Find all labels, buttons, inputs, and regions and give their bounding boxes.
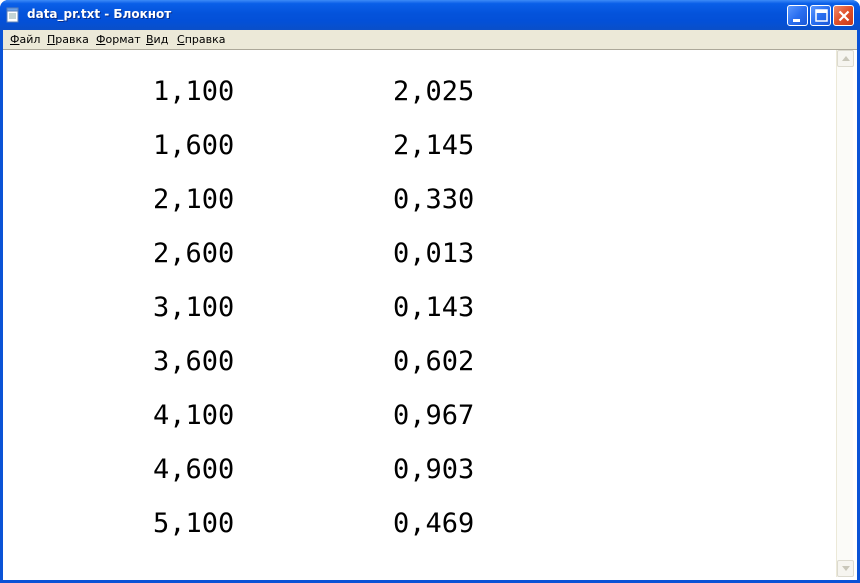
menu-bar: Файл Правка Формат Вид Справка xyxy=(3,30,857,49)
x-value: 2,100 xyxy=(153,184,235,215)
text-editor-area[interactable]: 1,100 2,025 1,600 2,145 2,100 0,330 2,600 0,… xyxy=(3,49,857,580)
notepad-icon xyxy=(6,7,19,23)
y-value: 0,967 xyxy=(393,400,475,431)
menu-edit[interactable]: Правка xyxy=(47,33,89,46)
y-value: 2,145 xyxy=(393,130,475,161)
text-line: 3,600 0,602 xyxy=(153,347,474,377)
text-line: 1,600 2,145 xyxy=(153,131,474,161)
y-value: 0,143 xyxy=(393,292,475,323)
notepad-window: data_pr.txt - Блокнот Файл Правка Формат… xyxy=(0,0,860,583)
x-value: 4,100 xyxy=(153,400,235,431)
y-value: 0,903 xyxy=(393,454,475,485)
y-value: 0,469 xyxy=(393,508,475,539)
x-value: 1,100 xyxy=(153,76,235,107)
x-value: 4,600 xyxy=(153,454,235,485)
y-value: 0,602 xyxy=(393,346,475,377)
scroll-down-button[interactable] xyxy=(837,560,854,577)
arrow-up-icon xyxy=(842,56,850,61)
menu-help[interactable]: Справка xyxy=(177,33,225,46)
x-value: 5,100 xyxy=(153,508,235,539)
menu-view[interactable]: Вид xyxy=(146,33,168,46)
close-icon xyxy=(838,10,850,22)
text-line: 1,100 2,025 xyxy=(153,77,474,107)
x-value: 3,100 xyxy=(153,292,235,323)
text-line: 3,100 0,143 xyxy=(153,293,474,323)
minimize-button[interactable] xyxy=(787,5,808,26)
menu-format[interactable]: Формат xyxy=(96,33,141,46)
scroll-up-button[interactable] xyxy=(837,50,854,67)
window-title: data_pr.txt - Блокнот xyxy=(27,7,172,21)
menu-file[interactable]: Файл xyxy=(10,33,40,46)
arrow-down-icon xyxy=(842,566,850,571)
maximize-button[interactable] xyxy=(810,5,831,26)
maximize-icon xyxy=(815,9,828,22)
x-value: 1,600 xyxy=(153,130,235,161)
x-value: 2,600 xyxy=(153,238,235,269)
x-value: 3,600 xyxy=(153,346,235,377)
vertical-scrollbar[interactable] xyxy=(836,50,854,577)
y-value: 2,025 xyxy=(393,76,475,107)
title-bar[interactable]: data_pr.txt - Блокнот xyxy=(0,0,860,30)
minimize-icon xyxy=(793,19,800,22)
text-line: 2,100 0,330 xyxy=(153,185,474,215)
close-button[interactable] xyxy=(833,5,854,26)
text-line: 4,100 0,967 xyxy=(153,401,474,431)
text-line: 5,100 0,469 xyxy=(153,509,474,539)
text-line: 2,600 0,013 xyxy=(153,239,474,269)
y-value: 0,330 xyxy=(393,184,475,215)
text-line: 4,600 0,903 xyxy=(153,455,474,485)
y-value: 0,013 xyxy=(393,238,475,269)
